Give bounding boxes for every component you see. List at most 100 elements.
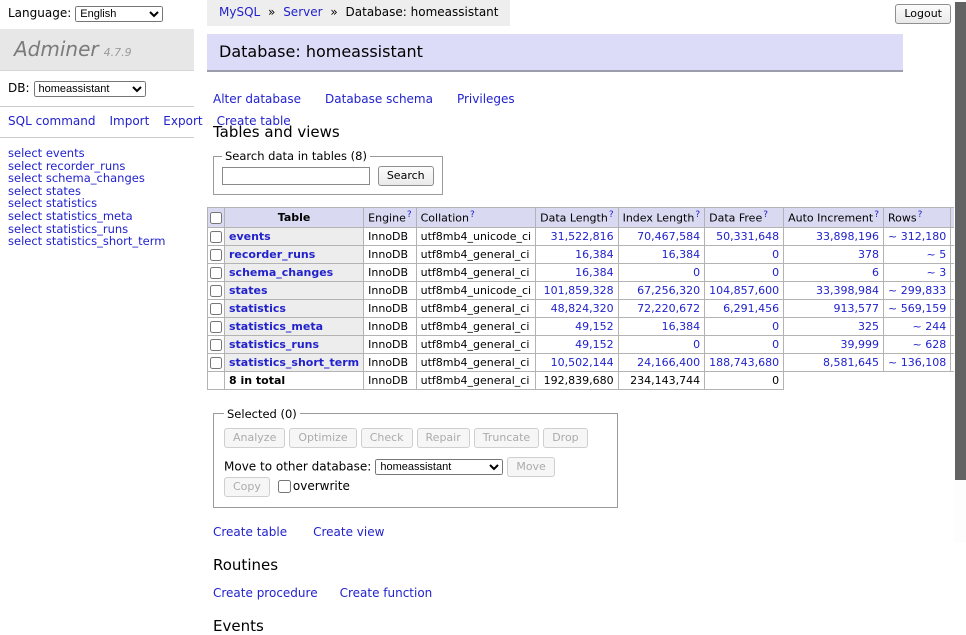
column-header: Auto Increment? bbox=[784, 208, 884, 228]
selected-legend: Selected (0) bbox=[224, 407, 300, 421]
row-checkbox[interactable] bbox=[210, 231, 222, 243]
check-button[interactable]: Check bbox=[361, 428, 413, 448]
analyze-button[interactable]: Analyze bbox=[224, 428, 285, 448]
table-name-link[interactable]: statistics bbox=[229, 302, 286, 315]
index-length-cell: 16,384 bbox=[618, 317, 705, 335]
column-header: Index Length? bbox=[618, 208, 705, 228]
scrollbar[interactable] bbox=[954, 0, 966, 543]
rows-cell: ~ 628 bbox=[884, 335, 951, 353]
sidebar-action-link[interactable]: SQL command bbox=[8, 114, 95, 128]
tables-overview-table: TableEngine?Collation?Data Length?Index … bbox=[207, 207, 966, 390]
table-name-link[interactable]: recorder_runs bbox=[229, 248, 315, 261]
database-action-link[interactable]: Privileges bbox=[457, 92, 515, 106]
db-select[interactable]: homeassistant bbox=[34, 81, 146, 97]
column-help-link[interactable]: ? bbox=[470, 210, 475, 220]
repair-button[interactable]: Repair bbox=[417, 428, 470, 448]
auto-increment-cell: 8,581,645 bbox=[784, 353, 884, 371]
create-link[interactable]: Create table bbox=[213, 525, 287, 539]
column-header: Data Free? bbox=[705, 208, 784, 228]
table-name-link[interactable]: statistics_short_term bbox=[229, 356, 359, 369]
row-select-cell bbox=[208, 263, 225, 281]
language-select[interactable]: English bbox=[75, 6, 163, 22]
table-name-link[interactable]: states bbox=[229, 284, 268, 297]
sidebar-table-link[interactable]: select statistics_meta bbox=[8, 210, 186, 223]
rows-cell: ~ 244 bbox=[884, 317, 951, 335]
table-name-link[interactable]: statistics_runs bbox=[229, 338, 319, 351]
table-name-cell: statistics_meta bbox=[225, 317, 364, 335]
data-length-cell: 101,859,328 bbox=[536, 281, 618, 299]
move-database-select[interactable]: homeassistant bbox=[375, 459, 503, 475]
routine-link[interactable]: Create procedure bbox=[213, 586, 318, 600]
row-checkbox[interactable] bbox=[210, 321, 222, 333]
search-button[interactable]: Search bbox=[378, 166, 434, 186]
overwrite-checkbox[interactable] bbox=[278, 480, 291, 493]
table-name-link[interactable]: schema_changes bbox=[229, 266, 333, 279]
row-checkbox[interactable] bbox=[210, 339, 222, 351]
select-all-checkbox[interactable] bbox=[210, 212, 222, 224]
auto-increment-cell: 33,898,196 bbox=[784, 227, 884, 245]
row-checkbox[interactable] bbox=[210, 303, 222, 315]
row-checkbox[interactable] bbox=[210, 267, 222, 279]
sidebar-table-link[interactable]: select schema_changes bbox=[8, 172, 186, 185]
database-action-link[interactable]: Alter database bbox=[213, 92, 301, 106]
table-name-cell: events bbox=[225, 227, 364, 245]
data-free-cell: 0 bbox=[705, 263, 784, 281]
engine-cell: InnoDB bbox=[364, 227, 416, 245]
drop-button[interactable]: Drop bbox=[543, 428, 587, 448]
engine-cell: InnoDB bbox=[364, 317, 416, 335]
table-name-link[interactable]: events bbox=[229, 230, 271, 243]
database-action-link[interactable]: Database schema bbox=[325, 92, 433, 106]
table-name-cell: statistics bbox=[225, 299, 364, 317]
column-help-link[interactable]: ? bbox=[918, 210, 923, 220]
events-heading: Events bbox=[213, 617, 907, 635]
row-checkbox[interactable] bbox=[210, 249, 222, 261]
table-name-cell: recorder_runs bbox=[225, 245, 364, 263]
routine-link[interactable]: Create function bbox=[340, 586, 433, 600]
scrollbar-thumb[interactable] bbox=[955, 2, 966, 480]
create-link[interactable]: Create view bbox=[313, 525, 384, 539]
copy-button[interactable]: Copy bbox=[224, 477, 270, 497]
data-length-cell: 16,384 bbox=[536, 245, 618, 263]
data-free-cell: 188,743,680 bbox=[705, 353, 784, 371]
row-checkbox[interactable] bbox=[210, 357, 222, 369]
rows-cell: ~ 3 bbox=[884, 263, 951, 281]
collation-cell: utf8mb4_general_ci bbox=[416, 299, 535, 317]
total-empty-cell bbox=[884, 371, 951, 389]
total-label-cell: 8 in total bbox=[225, 371, 364, 389]
sidebar-table-link[interactable]: select statistics_short_term bbox=[8, 235, 186, 248]
sidebar: Language:English Adminer4.7.9 DB:homeass… bbox=[0, 0, 194, 257]
breadcrumb-link[interactable]: MySQL bbox=[219, 5, 260, 19]
rows-cell: ~ 299,833 bbox=[884, 281, 951, 299]
breadcrumb-link[interactable]: Server bbox=[283, 5, 322, 19]
row-select-cell bbox=[208, 227, 225, 245]
breadcrumb-separator: » bbox=[264, 5, 279, 19]
column-help-link[interactable]: ? bbox=[609, 210, 614, 220]
index-length-cell: 72,220,672 bbox=[618, 299, 705, 317]
data-free-cell: 0 bbox=[705, 245, 784, 263]
select-all-cell bbox=[208, 208, 225, 228]
truncate-button[interactable]: Truncate bbox=[474, 428, 539, 448]
index-length-cell: 24,166,400 bbox=[618, 353, 705, 371]
column-help-link[interactable]: ? bbox=[874, 210, 879, 220]
table-name-link[interactable]: statistics_meta bbox=[229, 320, 323, 333]
row-checkbox[interactable] bbox=[210, 285, 222, 297]
breadcrumb: MySQL » Server » Database: homeassistant bbox=[207, 0, 510, 26]
move-button[interactable]: Move bbox=[507, 457, 555, 477]
column-header-label: Index Length bbox=[623, 212, 695, 225]
breadcrumb-separator: » bbox=[327, 5, 342, 19]
sidebar-table-link[interactable]: select events bbox=[8, 147, 186, 160]
optimize-button[interactable]: Optimize bbox=[289, 428, 356, 448]
overwrite-label: overwrite bbox=[293, 479, 350, 493]
column-header-label: Collation bbox=[421, 212, 469, 225]
column-help-link[interactable]: ? bbox=[763, 210, 768, 220]
table-row: statisticsInnoDButf8mb4_general_ci48,824… bbox=[208, 299, 966, 317]
sidebar-action-link[interactable]: Import bbox=[109, 114, 149, 128]
column-header: Engine? bbox=[364, 208, 416, 228]
table-name-cell: statistics_short_term bbox=[225, 353, 364, 371]
table-name-cell: schema_changes bbox=[225, 263, 364, 281]
sidebar-action-link[interactable]: Export bbox=[163, 114, 202, 128]
search-input[interactable] bbox=[222, 167, 370, 185]
column-help-link[interactable]: ? bbox=[407, 210, 412, 220]
column-help-link[interactable]: ? bbox=[695, 210, 700, 220]
rows-cell: ~ 312,180 bbox=[884, 227, 951, 245]
